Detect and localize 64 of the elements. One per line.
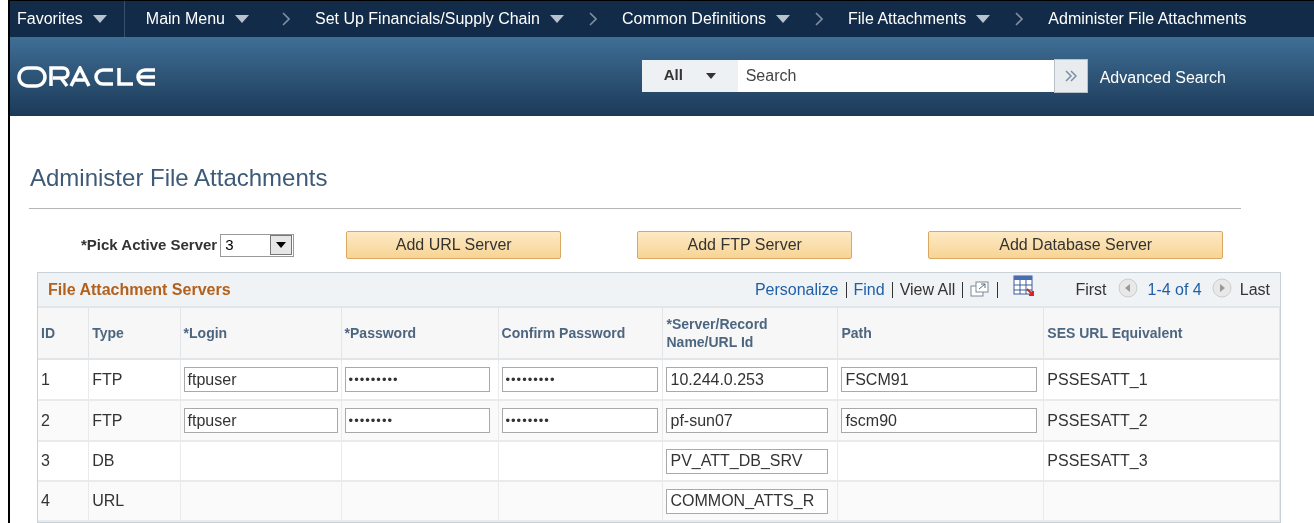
column-header: *Server/Record Name/URL Id — [666, 316, 768, 350]
field-label: *Pick Active Server — [81, 234, 218, 255]
page-title: Administer File Attachments — [29, 163, 329, 193]
table-cell: 2 — [41, 411, 50, 429]
dropdown-button[interactable] — [270, 235, 293, 255]
spreadsheet-icon[interactable] — [1013, 274, 1036, 297]
last-page-link[interactable]: Last — [1239, 277, 1270, 302]
server-field[interactable]: COMMON_ATTS_R — [666, 488, 829, 514]
chevron-right-icon — [588, 12, 597, 27]
server-field[interactable]: 10.244.0.253 — [666, 367, 829, 392]
view-all-link[interactable]: View All — [899, 277, 956, 302]
path-field[interactable]: fscm90 — [841, 408, 1038, 433]
server-field[interactable]: pf-sun07 — [666, 408, 829, 433]
add-server-button[interactable]: Add FTP Server — [637, 231, 853, 259]
column-header: Type — [92, 325, 124, 341]
menu-item[interactable]: File Attachments — [848, 1, 991, 38]
table-cell: FTP — [92, 411, 123, 429]
table-cell: 1 — [41, 370, 50, 388]
login-field[interactable]: ftpuser — [183, 367, 338, 392]
table-cell: 3 — [41, 452, 50, 469]
grid-link[interactable]: Personalize — [754, 277, 839, 302]
search-button[interactable] — [1053, 58, 1088, 93]
chevron-right-icon — [1015, 12, 1024, 27]
caret-icon — [705, 72, 716, 79]
column-header: SES URL Equivalent — [1047, 325, 1183, 341]
grid-title: File Attachment Servers — [48, 279, 231, 300]
table-cell: PSSESATT_2 — [1047, 411, 1148, 429]
menu-item[interactable]: Administer File Attachments — [1048, 1, 1247, 38]
chevron-right-icon — [815, 12, 824, 27]
menu-item[interactable]: Common Definitions — [621, 1, 791, 38]
advanced-search-link[interactable]: Advanced Search — [1099, 65, 1226, 90]
password-field[interactable]: •••••••• — [344, 408, 490, 433]
password-field[interactable]: ••••••••• — [344, 367, 490, 392]
table-cell: FTP — [92, 370, 123, 388]
add-server-button[interactable]: Add URL Server — [346, 231, 562, 259]
password-field[interactable]: •••••••• — [501, 408, 658, 433]
grid-link[interactable]: Find — [853, 277, 885, 302]
column-header: ID — [41, 325, 55, 341]
path-field[interactable]: FSCM91 — [841, 367, 1038, 392]
menu-item[interactable]: Set Up Financials/Supply Chain — [314, 1, 564, 38]
table-cell: PSSESATT_1 — [1047, 370, 1148, 388]
column-header: *Password — [344, 325, 417, 341]
search-scope-dropdown[interactable]: All — [641, 59, 738, 92]
previous-icon[interactable] — [1118, 278, 1139, 298]
add-server-button[interactable]: Add Database Server — [928, 231, 1224, 259]
table-cell: URL — [92, 492, 125, 509]
server-field[interactable]: PV_ATT_DB_SRV — [666, 448, 829, 474]
password-field[interactable]: ••••••••• — [501, 367, 658, 392]
column-header: *Login — [183, 325, 228, 341]
caret-icon — [276, 242, 287, 248]
next-icon[interactable] — [1211, 278, 1232, 298]
search-field[interactable]: Search — [737, 59, 1054, 92]
menu-item[interactable]: Main Menu — [124, 1, 257, 38]
chevron-right-icon — [281, 12, 290, 27]
login-field[interactable]: ftpuser — [183, 408, 338, 433]
server-dropdown[interactable]: 3 — [220, 233, 295, 257]
table-cell: 4 — [41, 492, 50, 509]
table-cell: DB — [92, 452, 115, 469]
first-page-link[interactable]: First — [1075, 277, 1107, 302]
table-cell: PSSESATT_3 — [1047, 452, 1148, 469]
page-range: 1-4 of 4 — [1147, 279, 1202, 300]
column-header: Path — [841, 325, 872, 341]
double-chevron-icon — [1064, 69, 1077, 82]
column-header: Confirm Password — [501, 325, 626, 341]
